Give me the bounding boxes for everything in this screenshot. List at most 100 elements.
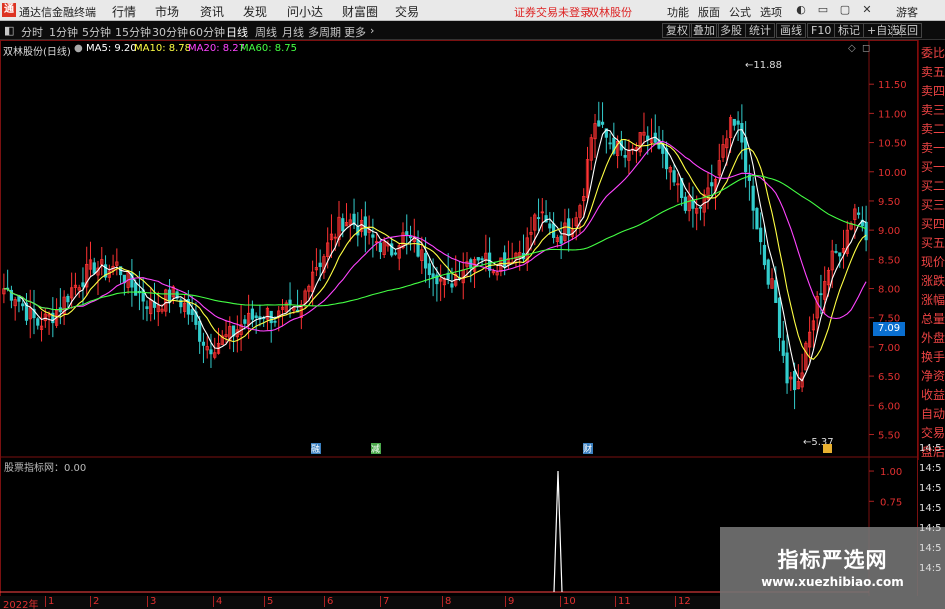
time-label: 14:5 [919, 503, 942, 514]
ma-line-ma60 [3, 175, 867, 311]
time-label: 14:5 [919, 443, 942, 454]
price-axis: 11.5011.0010.5010.009.509.008.508.007.50… [869, 80, 907, 441]
side-panel-item[interactable]: 委比 [921, 46, 945, 60]
candle-body [92, 262, 96, 274]
event-marker-label: 减 [371, 443, 380, 455]
side-panel-item[interactable]: 买二 [921, 179, 945, 193]
price-label: 10.00 [878, 168, 907, 179]
menu-discover[interactable]: 发现 [243, 3, 267, 20]
menu-trade[interactable]: 交易 [395, 3, 419, 20]
candle-body [736, 120, 740, 125]
candle-body [777, 297, 782, 338]
menu-formula[interactable]: 公式 [729, 4, 751, 20]
side-panel-item[interactable]: 卖五 [921, 65, 945, 79]
candle-body [548, 223, 552, 229]
tab-multi-period[interactable]: 多周期 [308, 24, 341, 40]
close-icon[interactable]: ✕ [859, 2, 875, 18]
candle-body [856, 212, 861, 215]
candle-body [318, 262, 322, 267]
mark-button[interactable]: 标记 [834, 23, 864, 38]
draw-line-button[interactable]: 画线 [776, 23, 806, 38]
candle-body [254, 315, 258, 318]
tab-5min[interactable]: 5分钟 [82, 24, 111, 40]
tab-more[interactable]: 更多 [344, 24, 366, 40]
side-panel-item[interactable]: 卖四 [921, 84, 945, 98]
menu-ask[interactable]: 问小达 [287, 3, 323, 20]
overlay-button[interactable]: 叠加 [689, 23, 719, 38]
skin-icon[interactable]: ◐ [793, 2, 809, 18]
side-panel-item[interactable]: 卖三 [921, 103, 945, 117]
side-panel-item[interactable]: 换手 [921, 350, 945, 364]
tab-weekly[interactable]: 周线 [255, 24, 277, 40]
candle-body [762, 244, 767, 266]
collapse-icon[interactable]: ◇ [848, 43, 856, 54]
candle-body [864, 221, 868, 241]
return-button[interactable]: 返回 [892, 23, 922, 38]
candle-body [559, 235, 563, 244]
stock-title: 双林股份 [588, 6, 632, 19]
side-panel-item[interactable]: 涨幅 [921, 293, 945, 307]
restore-icon[interactable]: ▢ [837, 2, 853, 18]
time-label: 14:5 [919, 543, 942, 554]
menu-wealth-circle[interactable]: 财富圈 [342, 3, 378, 20]
more-chevron-icon[interactable]: › [370, 24, 374, 37]
tab-30min[interactable]: 30分钟 [152, 24, 188, 40]
date-axis: 2022年 1 2 3 4 5 6 7 8 9 10 11 12 [0, 596, 720, 609]
side-panel-item[interactable]: 买四 [921, 217, 945, 231]
statistics-button[interactable]: 统计 [745, 23, 775, 38]
menu-market-quotes[interactable]: 行情 [112, 3, 136, 20]
side-panel-item[interactable]: 卖二 [921, 122, 945, 136]
indicator-title[interactable]: 股票指标网：0.00 [4, 459, 86, 474]
candle-body [145, 306, 149, 309]
tab-monthly[interactable]: 月线 [282, 24, 304, 40]
menu-news[interactable]: 资讯 [200, 3, 224, 20]
side-panel-item[interactable]: 自动 [921, 407, 945, 421]
candle-body [597, 120, 601, 127]
side-panel-item[interactable]: 涨跌 [921, 274, 945, 288]
side-panel-item[interactable]: 总量 [921, 312, 945, 326]
month-label: 10 [560, 596, 576, 607]
tab-15min[interactable]: 15分钟 [115, 24, 151, 40]
menu-options[interactable]: 选项 [760, 4, 782, 20]
side-panel-item[interactable]: 外盘 [921, 331, 945, 345]
side-panel-item[interactable]: 买五 [921, 236, 945, 250]
side-panel-item[interactable]: 净资 [921, 369, 945, 383]
time-label: 14:5 [919, 463, 942, 474]
side-panel-item[interactable]: 现价 [921, 255, 945, 269]
month-label: 9 [505, 596, 514, 607]
restore-rights-button[interactable]: 复权 [662, 23, 692, 38]
menu-market[interactable]: 市场 [155, 3, 179, 20]
price-label: 9.00 [878, 226, 900, 237]
menu-layout[interactable]: 版面 [698, 4, 720, 20]
candle-body [134, 282, 138, 296]
candle-body [201, 341, 206, 346]
side-panel-item[interactable]: 买三 [921, 198, 945, 212]
price-label: 6.50 [878, 372, 900, 383]
indicator-axis-label: 1.00 [880, 467, 902, 478]
multi-stock-button[interactable]: 多股 [716, 23, 746, 38]
candle-body [710, 182, 714, 187]
guest-label[interactable]: 游客 [896, 4, 918, 20]
stock-name-label[interactable]: 双林股份(日线) [3, 43, 71, 58]
side-panel-item[interactable]: 收益 [921, 388, 945, 402]
menu-functions[interactable]: 功能 [667, 4, 689, 20]
expand-icon[interactable]: ◻ [862, 43, 870, 54]
price-label: 5.50 [878, 430, 900, 441]
candle-body [774, 280, 778, 303]
ma-line-ma10 [3, 138, 867, 360]
side-panel-item[interactable]: 买一 [921, 160, 945, 174]
back-icon[interactable]: ◧ [4, 24, 14, 37]
tab-intraday[interactable]: 分时 [21, 24, 43, 40]
settings-icon[interactable]: ● [74, 43, 83, 54]
side-panel-item[interactable]: 交易 [921, 426, 945, 440]
kline-chart[interactable]: ←11.88←5.37 11.5011.0010.5010.009.509.00… [0, 40, 945, 596]
candle-body [393, 252, 398, 255]
f10-button[interactable]: F10 [807, 23, 836, 38]
minimize-icon[interactable]: ▭ [815, 2, 831, 18]
tab-1min[interactable]: 1分钟 [49, 24, 78, 40]
login-status[interactable]: 证券交易未登录 [514, 4, 591, 20]
side-panel-item[interactable]: 卖一 [921, 141, 945, 155]
tab-daily[interactable]: 日线 [226, 24, 248, 40]
tab-60min[interactable]: 60分钟 [189, 24, 225, 40]
time-label: 14:5 [919, 523, 942, 534]
